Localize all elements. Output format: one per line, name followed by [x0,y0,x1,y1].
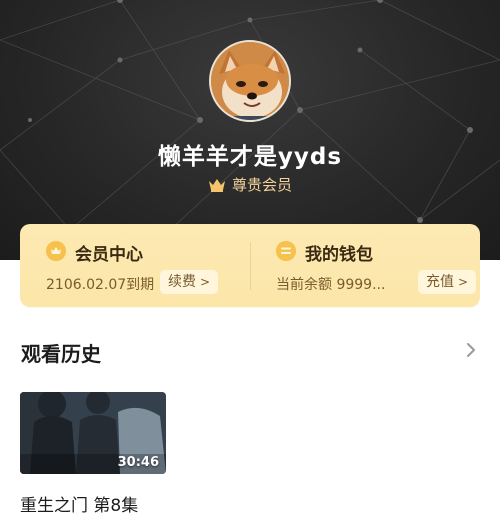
crown-coin-icon [46,241,66,261]
history-item-thumbnail[interactable]: 30:46 [20,392,166,474]
video-duration: 30:46 [117,455,159,470]
chevron-right-icon[interactable] [463,340,479,360]
vip-label: 尊贵会员 [231,176,292,194]
profile-header: 懒羊羊才是yyds 尊贵会员 [0,0,500,260]
chevron-right-icon: > [200,275,211,289]
member-center-title: 会员中心 [75,245,143,265]
renew-button[interactable]: 续费 > [160,270,219,294]
member-center-card[interactable]: 会员中心 2106.02.07到期 续费 > [20,224,250,307]
watch-history-title: 观看历史 [21,342,101,366]
member-wallet-cards: 会员中心 2106.02.07到期 续费 > 我的钱包 当前余额 9999... … [20,224,480,307]
network-background [0,0,500,233]
wallet-balance: 当前余额 9999... [276,277,386,293]
wallet-title: 我的钱包 [305,245,373,265]
recharge-label: 充值 [426,274,454,290]
wallet-coin-icon [276,241,296,261]
vip-badge: 尊贵会员 [0,174,500,196]
renew-label: 续费 [168,274,196,290]
wallet-card[interactable]: 我的钱包 当前余额 9999... 充值 > [250,224,480,307]
recharge-button[interactable]: 充值 > [418,270,477,294]
chevron-right-icon: > [458,275,469,289]
history-item-title[interactable]: 重生之门 第8集 [20,491,138,516]
member-expiry: 2106.02.07到期 [46,277,155,293]
username: 懒羊羊才是yyds [157,144,343,170]
crown-icon [208,178,226,196]
avatar[interactable] [209,40,291,122]
